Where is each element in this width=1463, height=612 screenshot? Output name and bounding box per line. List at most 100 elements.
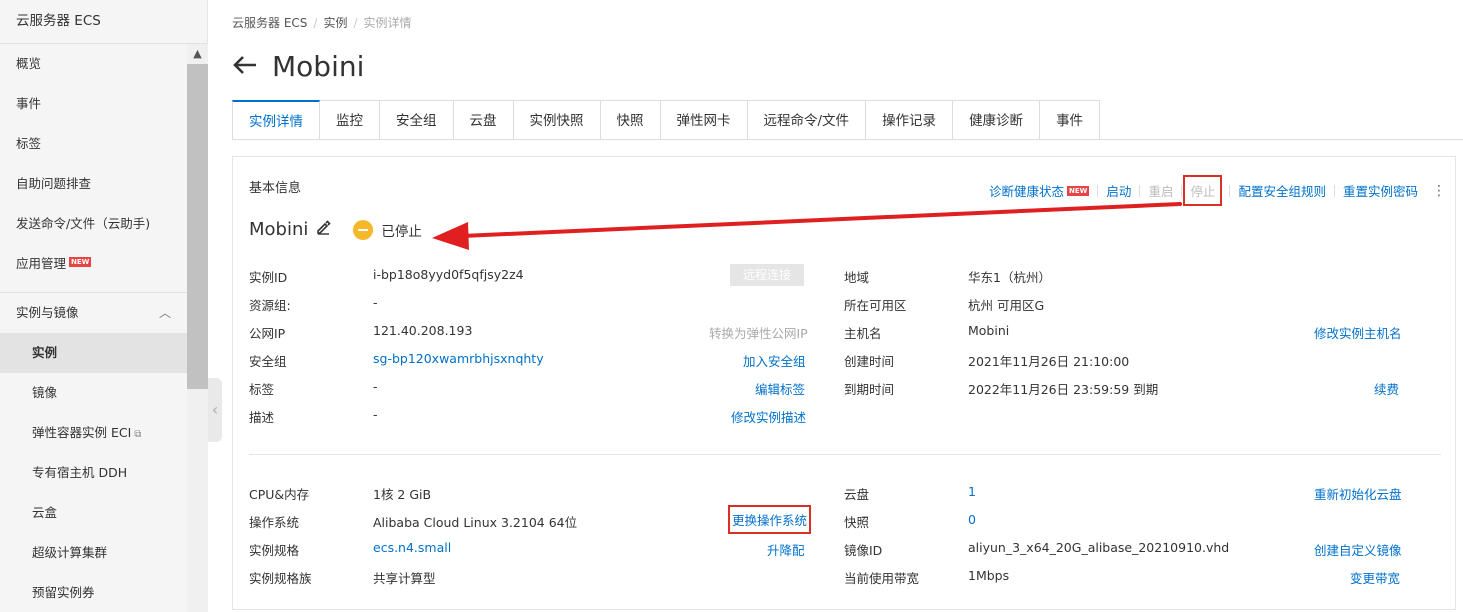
config-sg-rules-link[interactable]: 配置安全组规则 xyxy=(1238,181,1326,200)
tab-bar: 实例详情 监控 安全组 云盘 实例快照 快照 弹性网卡 远程命令/文件 操作记录… xyxy=(232,100,1101,140)
edit-tags-link[interactable]: 编辑标签 xyxy=(755,379,805,398)
sidebar-item-troubleshoot[interactable]: 自助问题排查 xyxy=(0,164,207,204)
breadcrumb: 云服务器 ECS / 实例 / 实例详情 xyxy=(232,14,412,31)
new-badge: NEW xyxy=(69,257,92,267)
tab-snapshots[interactable]: 快照 xyxy=(600,100,661,140)
expire-time-label: 到期时间 xyxy=(844,382,895,397)
reinit-disk-link[interactable]: 重新初始化云盘 xyxy=(1314,484,1402,503)
tab-operation-logs[interactable]: 操作记录 xyxy=(866,100,954,140)
sidebar-item-eci[interactable]: 弹性容器实例 ECI ⧉ xyxy=(0,413,207,453)
sidebar-group-label: 实例与镜像 xyxy=(16,305,79,320)
main-content: 云服务器 ECS / 实例 / 实例详情 Mobini 实例详情 监控 安全组 云盘 实… xyxy=(208,0,1463,612)
created-time-value: 2021年11月26日 21:10:00 xyxy=(968,354,1130,369)
instance-type-value[interactable]: ecs.n4.small xyxy=(373,540,451,555)
instance-name: Mobini xyxy=(249,219,309,240)
zone-label: 所在可用区 xyxy=(844,298,907,313)
region-label: 地域 xyxy=(844,270,870,285)
breadcrumb-current: 实例详情 xyxy=(363,16,412,30)
public-ip-label: 公网IP xyxy=(249,326,286,341)
action-separator xyxy=(1229,184,1231,197)
sidebar-item-images[interactable]: 镜像 xyxy=(0,373,207,413)
tab-disks[interactable]: 云盘 xyxy=(453,100,514,140)
tab-instance-snapshots[interactable]: 实例快照 xyxy=(513,100,601,140)
chevron-up-icon[interactable]: ︿ xyxy=(159,293,171,333)
edit-description-link[interactable]: 修改实例描述 xyxy=(731,407,806,426)
sidebar-item-reserved-instances[interactable]: 预留实例券 xyxy=(0,573,207,612)
breadcrumb-separator: / xyxy=(313,16,318,30)
pencil-icon[interactable] xyxy=(316,220,332,239)
change-bandwidth-link[interactable]: 变更带宽 xyxy=(1350,568,1400,587)
edit-hostname-link[interactable]: 修改实例主机名 xyxy=(1314,323,1402,342)
sidebar-item-label: 镜像 xyxy=(32,385,58,400)
stop-link[interactable]: 停止 xyxy=(1190,184,1215,199)
sidebar-item-app-management[interactable]: 应用管理 NEW xyxy=(0,244,207,284)
renew-link[interactable]: 续费 xyxy=(1374,379,1399,398)
hostname-value: Mobini xyxy=(968,323,1010,338)
sidebar-item-overview[interactable]: 概览 xyxy=(0,44,207,84)
sidebar-item-cloud-box[interactable]: 云盒 xyxy=(0,493,207,533)
snapshot-label: 快照 xyxy=(844,515,870,530)
basic-info-panel: 基本信息 诊断健康状态 NEW 启动 重启 停止 配置安全组规则 重置实例密码 ⋮… xyxy=(232,156,1456,610)
os-value: Alibaba Cloud Linux 3.2104 64位 xyxy=(373,515,578,530)
tags-label: 标签 xyxy=(249,382,275,397)
sidebar-item-label: 云盒 xyxy=(32,505,58,520)
cpu-memory-label: CPU&内存 xyxy=(249,487,310,502)
security-group-value[interactable]: sg-bp120xwamrbhjsxnqhty xyxy=(373,351,544,366)
instance-family-label: 实例规格族 xyxy=(249,571,312,586)
action-separator xyxy=(1097,184,1099,197)
instance-header: Mobini 已停止 xyxy=(249,219,422,240)
start-link[interactable]: 启动 xyxy=(1106,181,1131,200)
sidebar-scrollbar[interactable]: ▲ xyxy=(187,44,208,612)
expire-time-value: 2022年11月26日 23:59:59 到期 xyxy=(968,382,1159,397)
sidebar-item-scc[interactable]: 超级计算集群 xyxy=(0,533,207,573)
change-os-highlight-box: 更换操作系统 xyxy=(728,505,812,534)
sidebar-title: 云服务器 ECS xyxy=(0,0,207,44)
more-vertical-icon[interactable]: ⋮ xyxy=(1432,183,1446,199)
sidebar-item-label: 发送命令/文件（云助手) xyxy=(16,216,151,231)
tags-value: - xyxy=(373,379,378,394)
tab-monitoring[interactable]: 监控 xyxy=(320,100,380,140)
reset-password-link[interactable]: 重置实例密码 xyxy=(1343,181,1418,200)
upgrade-downgrade-link[interactable]: 升降配 xyxy=(767,540,805,559)
sidebar-item-ddh[interactable]: 专有宿主机 DDH xyxy=(0,453,207,493)
sidebar-item-tags[interactable]: 标签 xyxy=(0,124,207,164)
tab-events[interactable]: 事件 xyxy=(1040,100,1101,140)
join-sg-link[interactable]: 加入安全组 xyxy=(743,351,806,370)
sidebar-group-instances-images[interactable]: 实例与镜像 ︿ xyxy=(0,293,207,333)
instance-family-value: 共享计算型 xyxy=(373,571,436,586)
instance-type-label: 实例规格 xyxy=(249,543,300,558)
panel-title: 基本信息 xyxy=(249,181,302,196)
remote-connect-button[interactable]: 远程连接 xyxy=(730,264,804,286)
snapshot-count[interactable]: 0 xyxy=(968,512,976,527)
sidebar-item-label: 标签 xyxy=(16,136,42,151)
sidebar-item-events[interactable]: 事件 xyxy=(0,84,207,124)
restart-link[interactable]: 重启 xyxy=(1148,181,1173,200)
stopped-status-icon xyxy=(353,219,374,240)
page-title: Mobini xyxy=(272,49,365,83)
sidebar-item-send-command[interactable]: 发送命令/文件（云助手) xyxy=(0,204,207,244)
scroll-up-arrow-icon[interactable]: ▲ xyxy=(187,44,208,64)
disk-count[interactable]: 1 xyxy=(968,484,976,499)
sidebar-item-label: 超级计算集群 xyxy=(32,545,108,560)
action-bar: 诊断健康状态 NEW 启动 重启 停止 配置安全组规则 重置实例密码 ⋮ xyxy=(989,175,1446,206)
tab-remote-commands[interactable]: 远程命令/文件 xyxy=(747,100,867,140)
scrollbar-thumb[interactable] xyxy=(187,64,208,389)
tab-health-diagnosis[interactable]: 健康诊断 xyxy=(953,100,1041,140)
tab-security-groups[interactable]: 安全组 xyxy=(380,100,454,140)
change-os-link[interactable]: 更换操作系统 xyxy=(732,513,807,528)
breadcrumb-ecs[interactable]: 云服务器 ECS xyxy=(232,16,307,30)
diagnose-health-link[interactable]: 诊断健康状态 xyxy=(989,181,1064,200)
sidebar-item-instances[interactable]: 实例 xyxy=(0,333,207,373)
create-custom-image-link[interactable]: 创建自定义镜像 xyxy=(1314,540,1402,559)
back-arrow-icon[interactable] xyxy=(232,52,258,80)
image-id-label: 镜像ID xyxy=(844,543,883,558)
breadcrumb-separator: / xyxy=(353,16,358,30)
disk-label: 云盘 xyxy=(844,487,870,502)
cpu-memory-value: 1核 2 GiB xyxy=(373,487,432,502)
sidebar-item-label: 自助问题排查 xyxy=(16,176,92,191)
convert-eip-link[interactable]: 转换为弹性公网IP xyxy=(709,323,808,342)
sidebar-item-label: 实例 xyxy=(32,345,58,360)
breadcrumb-instances[interactable]: 实例 xyxy=(323,16,347,30)
tab-eni[interactable]: 弹性网卡 xyxy=(660,100,748,140)
tab-instance-details[interactable]: 实例详情 xyxy=(232,100,320,140)
